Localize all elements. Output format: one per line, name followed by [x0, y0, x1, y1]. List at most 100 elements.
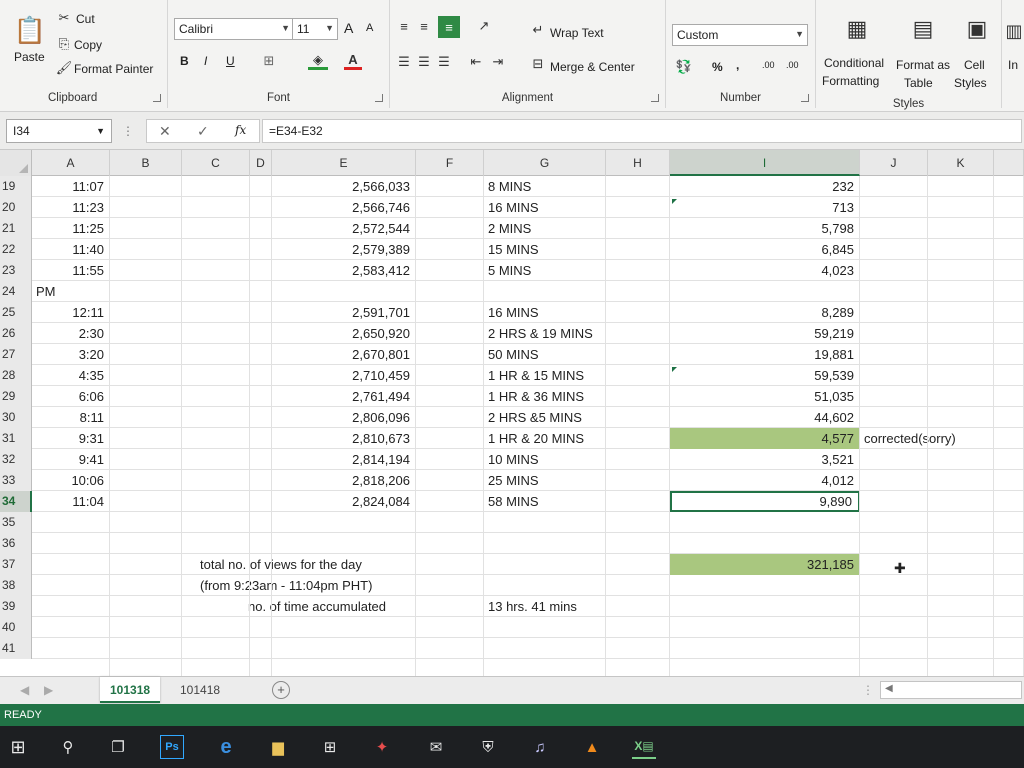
row-header[interactable]: 38 [0, 575, 32, 596]
add-sheet-button[interactable]: + [272, 681, 290, 699]
cell-note[interactable]: (from 9:23am - 11:04pm PHT) [196, 575, 426, 596]
cell-views-gained[interactable]: 44,602 [670, 407, 860, 428]
decrease-indent-icon[interactable]: ⇤ [468, 54, 484, 70]
cell-a-pm[interactable]: PM [32, 281, 110, 302]
clipboard-icon[interactable]: 📋 [12, 12, 48, 48]
align-center-icon[interactable]: ☰ [416, 54, 432, 70]
cell-total-views[interactable]: 2,761,494 [272, 386, 416, 407]
row-header[interactable]: 27 [0, 344, 32, 365]
cut-button[interactable]: Cut [76, 12, 95, 26]
row-header[interactable]: 20 [0, 197, 32, 218]
cell-total-views[interactable]: 2,572,544 [272, 218, 416, 239]
align-bottom-icon[interactable]: ≡ [438, 16, 460, 38]
cell-views-gained[interactable]: 4,012 [670, 470, 860, 491]
cell-duration[interactable]: 2 HRS &5 MINS [484, 407, 606, 428]
row-header[interactable]: 34 [0, 491, 32, 512]
cell-duration[interactable]: 10 MINS [484, 449, 606, 470]
align-middle-icon[interactable]: ≡ [416, 18, 432, 34]
scroll-left-arrow-icon[interactable]: ◀ [885, 683, 893, 694]
column-header[interactable]: F [416, 150, 484, 176]
row-header[interactable]: 19 [0, 176, 32, 197]
tab-splitter-icon[interactable]: ⋮ [862, 683, 874, 697]
cell-duration[interactable]: 2 MINS [484, 218, 606, 239]
column-header[interactable] [994, 150, 1024, 176]
row-header[interactable]: 32 [0, 449, 32, 470]
store-icon[interactable]: ⊞ [318, 735, 342, 759]
cell-duration[interactable]: 5 MINS [484, 260, 606, 281]
cell-time[interactable]: 10:06 [32, 470, 110, 491]
mail-icon[interactable]: ✉ [424, 735, 448, 759]
row-header[interactable]: 41 [0, 638, 32, 659]
edge-icon[interactable]: e [214, 735, 238, 759]
shield-icon[interactable]: ⛨ [476, 735, 500, 759]
excel-icon[interactable]: X▤ [632, 735, 656, 759]
fill-color-icon[interactable]: ◈ [308, 52, 328, 70]
cell-views-gained[interactable]: 3,521 [670, 449, 860, 470]
name-box[interactable]: I34 ▼ [6, 119, 112, 143]
cell-time[interactable]: 11:07 [32, 176, 110, 197]
cell-duration[interactable]: 25 MINS [484, 470, 606, 491]
folder-icon[interactable]: ▆ [266, 735, 290, 759]
cell-views-gained[interactable]: 4,577 [670, 428, 860, 449]
borders-icon[interactable]: ⊞ [260, 52, 278, 70]
font-size-select[interactable]: 11 ▼ [292, 18, 338, 40]
cell-time[interactable]: 9:41 [32, 449, 110, 470]
photoshop-icon[interactable]: Ps [160, 735, 184, 759]
row-header[interactable]: 24 [0, 281, 32, 302]
worksheet-grid[interactable]: ABCDEFGHIJK 19 11:07 2,566,033 8 MINS 232 20 1… [0, 150, 1024, 676]
column-header[interactable]: D [250, 150, 272, 176]
cell-duration[interactable]: 15 MINS [484, 239, 606, 260]
column-header[interactable]: K [928, 150, 994, 176]
font-color-icon[interactable]: A [344, 52, 362, 70]
cell-total-views[interactable]: 2,814,194 [272, 449, 416, 470]
column-header[interactable]: E [272, 150, 416, 176]
row-header[interactable]: 35 [0, 512, 32, 533]
cell-time[interactable]: 9:31 [32, 428, 110, 449]
vlc-icon[interactable]: ▲ [580, 735, 604, 759]
format-as-table-icon[interactable]: ▤ [908, 14, 938, 44]
decrease-decimal-button[interactable]: .00 [786, 60, 799, 70]
enter-icon[interactable]: ✓ [197, 123, 209, 140]
format-painter-button[interactable]: Format Painter [74, 62, 153, 76]
formula-input[interactable]: =E34-E32 [262, 119, 1022, 143]
cell-views-gained[interactable]: 19,881 [670, 344, 860, 365]
scissors-icon[interactable]: ✂ [56, 10, 72, 26]
font-launcher-icon[interactable] [375, 94, 383, 102]
alignment-launcher-icon[interactable] [651, 94, 659, 102]
gift-icon[interactable]: ✦ [370, 735, 394, 759]
cell-note[interactable]: total no. of views for the day [196, 554, 426, 575]
cell-time[interactable]: 11:04 [32, 491, 110, 512]
cell-views-gained[interactable]: 5,798 [670, 218, 860, 239]
clipboard-launcher-icon[interactable] [153, 94, 161, 102]
column-header[interactable]: G [484, 150, 606, 176]
more-options-icon[interactable]: ⋮ [122, 124, 134, 138]
windows-start-icon[interactable]: ⊞ [6, 735, 30, 759]
percent-button[interactable]: % [712, 60, 723, 74]
row-header[interactable]: 25 [0, 302, 32, 323]
insert-function-icon[interactable]: fx [235, 123, 246, 137]
scroll-left-icon[interactable]: ◀ [20, 683, 29, 697]
row-header[interactable]: 30 [0, 407, 32, 428]
increase-indent-icon[interactable]: ⇥ [490, 54, 506, 70]
cell-time[interactable]: 11:55 [32, 260, 110, 281]
orientation-icon[interactable]: ↗ [472, 18, 496, 34]
cell-duration[interactable]: 58 MINS [484, 491, 606, 512]
row-header[interactable]: 29 [0, 386, 32, 407]
cell-total-views[interactable]: 2,818,206 [272, 470, 416, 491]
wrap-text-button[interactable]: Wrap Text [550, 26, 604, 40]
conditional-formatting-button[interactable]: Conditional [824, 56, 884, 70]
font-name-select[interactable]: Calibri ▼ [174, 18, 294, 40]
cell-comment[interactable]: corrected(sorry) [860, 428, 1020, 449]
cell-time[interactable]: 11:23 [32, 197, 110, 218]
bold-button[interactable]: B [180, 54, 189, 68]
cell-total-views[interactable]: 2,806,096 [272, 407, 416, 428]
music-icon[interactable]: ♫ [528, 735, 552, 759]
cell-duration[interactable]: 2 HRS & 19 MINS [484, 323, 606, 344]
cell-total-views[interactable]: 2,810,673 [272, 428, 416, 449]
row-header[interactable]: 37 [0, 554, 32, 575]
copy-button[interactable]: Copy [74, 38, 102, 52]
task-view-icon[interactable]: ❐ [106, 735, 130, 759]
number-format-select[interactable]: Custom ▼ [672, 24, 808, 46]
cell-note[interactable]: no. of time accumulated [244, 596, 474, 617]
sheet-tab-101318[interactable]: 101318 [100, 677, 161, 703]
